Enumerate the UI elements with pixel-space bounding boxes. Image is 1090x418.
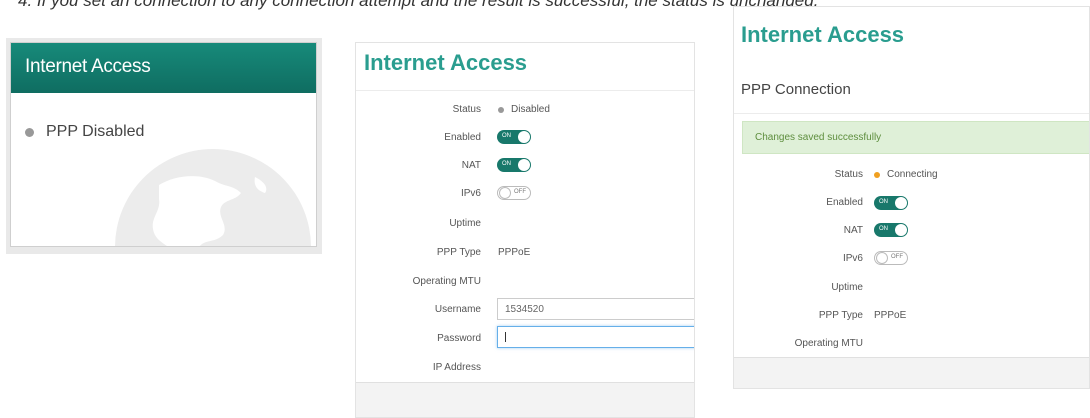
ipv6-toggle[interactable]: OFF — [874, 251, 908, 265]
status-label: Status — [834, 169, 863, 180]
ppp-type-label: PPP Type — [818, 310, 863, 321]
status-label: Status — [452, 104, 481, 115]
uptime-label: Uptime — [449, 218, 481, 229]
nat-label: NAT — [461, 160, 481, 171]
toggle-knob — [518, 131, 530, 143]
status-value: Disabled — [498, 104, 550, 115]
ipv6-label: IPv6 — [460, 188, 481, 199]
enabled-label: Enabled — [444, 132, 481, 143]
mtu-label: Operating MTU — [412, 276, 481, 287]
ipv6-label: IPv6 — [842, 253, 863, 264]
enabled-toggle[interactable]: ON — [497, 130, 531, 144]
status-dot-icon — [498, 106, 504, 113]
toggle-state-text: ON — [879, 226, 888, 232]
toggle-knob — [876, 252, 888, 264]
mtu-label: Operating MTU — [794, 338, 863, 349]
page-title: Internet Access — [741, 22, 905, 47]
widget-header: Internet Access — [11, 43, 316, 93]
toggle-knob — [895, 224, 907, 236]
cropped-caption-text: 4. If you set an connection to any conne… — [18, 0, 819, 10]
uptime-label: Uptime — [831, 282, 863, 293]
internet-access-widget: Internet Access PPP Disabled — [6, 38, 322, 254]
ipv6-toggle[interactable]: OFF — [497, 186, 531, 200]
widget-body: Internet Access PPP Disabled — [10, 42, 317, 247]
toggle-state-text: ON — [502, 161, 511, 167]
nat-label: NAT — [843, 225, 863, 236]
username-input[interactable]: 1534520 — [497, 298, 694, 320]
status-value-text: Disabled — [511, 104, 550, 115]
ip-address-label: IP Address — [432, 362, 481, 373]
ppp-status-text: PPP Disabled — [46, 123, 145, 140]
status-dot-icon — [874, 171, 880, 178]
password-input[interactable] — [497, 326, 694, 348]
section-title: PPP Connection — [741, 81, 851, 98]
toggle-state-text: ON — [502, 133, 511, 139]
divider — [734, 113, 1089, 114]
toggle-knob — [518, 159, 530, 171]
toggle-knob — [499, 187, 511, 199]
success-alert: Changes saved successfully — [742, 121, 1089, 154]
toggle-state-text: OFF — [891, 254, 903, 260]
enabled-toggle[interactable]: ON — [874, 196, 908, 210]
ppp-type-value: PPPoE — [874, 310, 907, 321]
toggle-state-text: ON — [879, 199, 888, 205]
status-value-text: Connecting — [887, 169, 938, 180]
nat-toggle[interactable]: ON — [874, 223, 908, 237]
toggle-state-text: OFF — [514, 189, 526, 195]
ppp-status: PPP Disabled — [25, 123, 144, 141]
globe-icon — [115, 149, 311, 246]
internet-access-settings-panel: Internet Access Status Disabled Enabled … — [355, 42, 695, 418]
page-title: Internet Access — [364, 50, 528, 75]
panel-footer — [734, 357, 1089, 388]
ppp-type-value: PPPoE — [498, 247, 531, 258]
nat-toggle[interactable]: ON — [497, 158, 531, 172]
enabled-label: Enabled — [826, 197, 863, 208]
status-dot-icon — [25, 127, 34, 137]
toggle-knob — [895, 197, 907, 209]
text-cursor — [505, 332, 506, 342]
status-value: Connecting — [874, 169, 938, 180]
divider — [356, 90, 694, 91]
ppp-type-label: PPP Type — [436, 247, 481, 258]
ppp-connection-panel: Internet Access PPP Connection Changes s… — [733, 6, 1090, 389]
password-label: Password — [437, 333, 481, 344]
username-label: Username — [434, 304, 481, 315]
panel-footer — [356, 382, 694, 417]
